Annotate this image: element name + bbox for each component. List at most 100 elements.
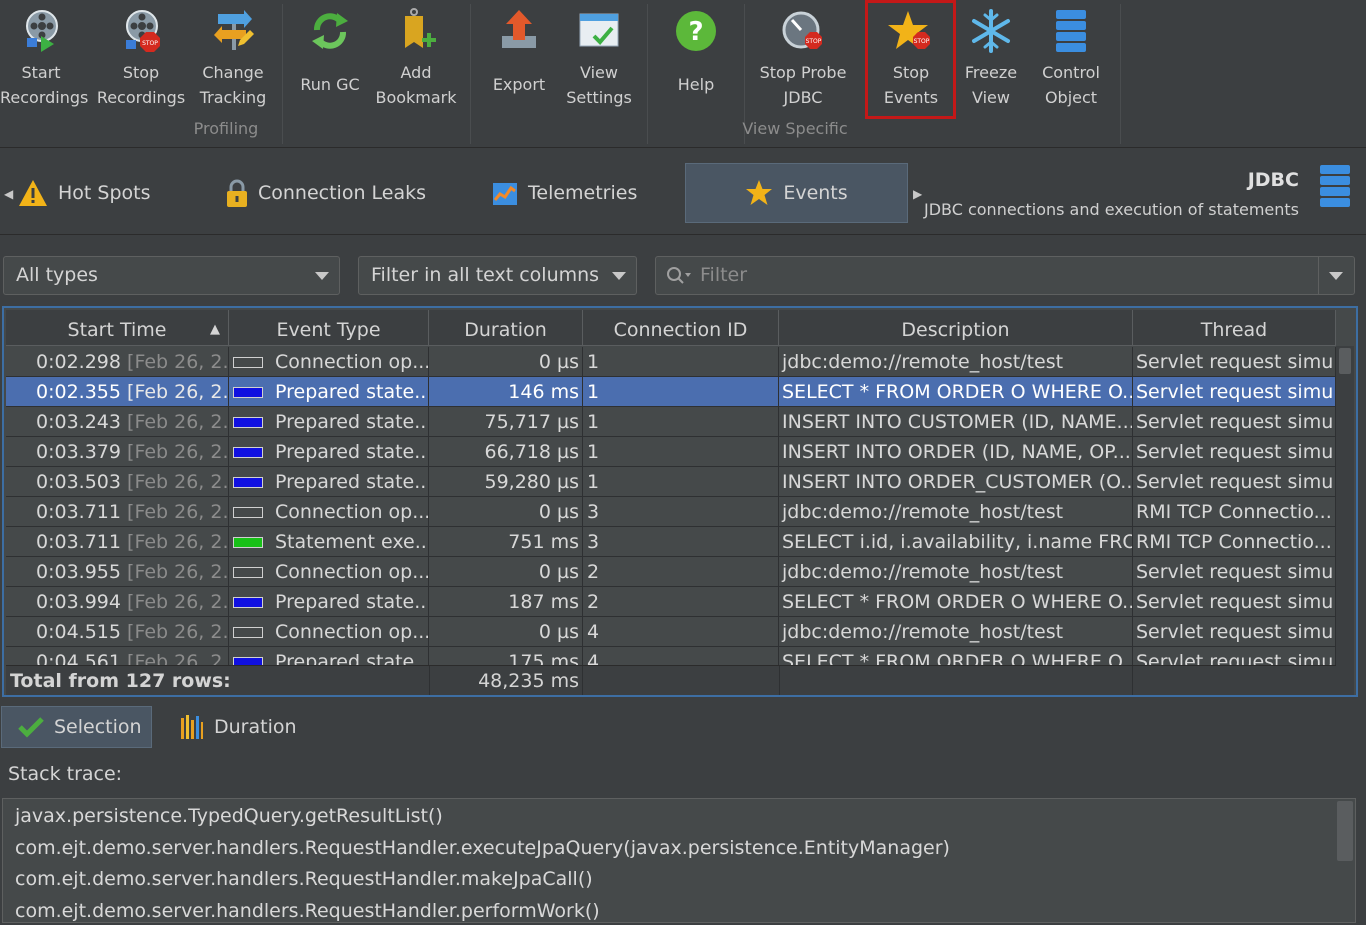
cell-duration: 0 µs: [429, 557, 583, 587]
tab-hot-spots[interactable]: Hot Spots: [18, 163, 151, 223]
table-row[interactable]: 0:03.243 [Feb 26, 2...Prepared state...7…: [6, 407, 1336, 437]
tab-label: Hot Spots: [58, 182, 151, 204]
cell-connection-id: 4: [583, 617, 779, 647]
event-color-swatch: [233, 537, 263, 548]
change-tracking-icon: [214, 10, 254, 50]
start-recordings-button[interactable]: Start Recordings: [0, 0, 88, 118]
cell-connection-id: 1: [583, 347, 779, 377]
stack-trace-label: Stack trace:: [8, 763, 123, 785]
cell-description: INSERT INTO ORDER_CUSTOMER (O...: [779, 467, 1133, 497]
cell-duration: 751 ms: [429, 527, 583, 557]
cell-start-time: 0:02.355 [Feb 26, 2...: [6, 377, 229, 407]
sort-ascending-icon: ▲: [210, 322, 220, 337]
cell-start-time: 0:03.955 [Feb 26, 2...: [6, 557, 229, 587]
table-row[interactable]: 0:04.515 [Feb 26, 2...Connection op...0 …: [6, 617, 1336, 647]
cell-connection-id: 2: [583, 557, 779, 587]
cell-duration: 66,718 µs: [429, 437, 583, 467]
stop-recordings-button[interactable]: STOP Stop Recordings: [96, 0, 186, 118]
filter-search-input[interactable]: Filter: [655, 256, 1355, 295]
cell-duration: 187 ms: [429, 587, 583, 617]
table-row[interactable]: 0:02.298 [Feb 26, 2...Connection op...0 …: [6, 347, 1336, 377]
cell-description: jdbc:demo://remote_host/test: [779, 617, 1133, 647]
chevron-down-icon: [315, 272, 329, 280]
cell-event-type: Connection op...: [229, 347, 429, 377]
tab-connection-leaks[interactable]: Connection Leaks: [226, 163, 426, 223]
cell-duration: 146 ms: [429, 377, 583, 407]
event-color-swatch: [233, 387, 263, 398]
cell-connection-id: 2: [583, 587, 779, 617]
tab-telemetries[interactable]: Telemetries: [492, 163, 637, 223]
cell-duration: 0 µs: [429, 617, 583, 647]
stack-scrollbar-thumb[interactable]: [1337, 801, 1353, 861]
cell-thread: Servlet request simu...: [1133, 617, 1336, 647]
cell-connection-id: 1: [583, 437, 779, 467]
column-header-event-type[interactable]: Event Type: [229, 310, 429, 346]
tab-label: Connection Leaks: [258, 182, 427, 204]
toolbar-separator: [647, 4, 648, 144]
table-row[interactable]: 0:03.994 [Feb 26, 2...Prepared state...1…: [6, 587, 1336, 617]
warning-icon: [19, 180, 47, 206]
cell-connection-id: 3: [583, 497, 779, 527]
scrollbar-thumb[interactable]: [1339, 348, 1351, 374]
column-header-connection-id[interactable]: Connection ID: [583, 310, 779, 346]
filter-column-value: Filter in all text columns: [371, 264, 600, 286]
tab-scroll-right-icon[interactable]: ▶: [913, 187, 922, 201]
stack-frame[interactable]: com.ejt.demo.server.handlers.RequestHand…: [15, 900, 600, 922]
column-header-start-time[interactable]: Start Time ▲: [6, 310, 229, 346]
table-scrollbar[interactable]: [1336, 346, 1354, 695]
stack-frame[interactable]: com.ejt.demo.server.handlers.RequestHand…: [15, 868, 593, 890]
cell-event-type: Prepared state...: [229, 467, 429, 497]
stop-recordings-icon: STOP: [126, 10, 160, 52]
control-object-button[interactable]: Control Object: [1030, 0, 1112, 118]
add-bookmark-icon: [405, 8, 436, 48]
column-header-description[interactable]: Description: [779, 310, 1133, 346]
tab-duration[interactable]: Duration: [180, 706, 297, 748]
view-settings-button[interactable]: View Settings: [560, 0, 638, 118]
cell-event-type: Prepared state...: [229, 377, 429, 407]
table-row[interactable]: 0:03.711 [Feb 26, 2...Connection op...0 …: [6, 497, 1336, 527]
run-gc-icon: [312, 13, 348, 49]
checkmark-icon: [18, 717, 44, 738]
tab-events[interactable]: Events: [685, 163, 908, 223]
cell-thread: Servlet request simu...: [1133, 407, 1336, 437]
tab-selection[interactable]: Selection: [1, 706, 152, 748]
cell-duration: 75,717 µs: [429, 407, 583, 437]
cell-connection-id: 1: [583, 377, 779, 407]
cell-event-type: Statement exe...: [229, 527, 429, 557]
start-recordings-icon: [26, 10, 58, 52]
stop-probe-jdbc-button[interactable]: STOP Stop Probe JDBC: [752, 0, 854, 118]
filter-column-select[interactable]: Filter in all text columns: [358, 256, 637, 295]
table-row[interactable]: 0:03.955 [Feb 26, 2...Connection op...0 …: [6, 557, 1336, 587]
cell-description: jdbc:demo://remote_host/test: [779, 557, 1133, 587]
freeze-view-button[interactable]: Freeze View: [956, 0, 1026, 118]
table-row[interactable]: 0:03.503 [Feb 26, 2...Prepared state...5…: [6, 467, 1336, 497]
table-row[interactable]: 0:02.355 [Feb 26, 2...Prepared state...1…: [6, 377, 1336, 407]
stack-frame[interactable]: javax.persistence.TypedQuery.getResultLi…: [15, 805, 443, 827]
cell-thread: Servlet request simu...: [1133, 467, 1336, 497]
help-button[interactable]: ? Help: [656, 0, 736, 118]
column-header-duration[interactable]: Duration: [429, 310, 583, 346]
export-button[interactable]: Export: [480, 0, 558, 118]
column-header-thread[interactable]: Thread: [1133, 310, 1336, 346]
run-gc-button[interactable]: Run GC: [290, 0, 370, 118]
total-duration: 48,235 ms: [429, 666, 583, 695]
table-row[interactable]: 0:03.711 [Feb 26, 2...Statement exe...75…: [6, 527, 1336, 557]
stack-trace-list[interactable]: javax.persistence.TypedQuery.getResultLi…: [2, 798, 1356, 923]
event-type-select[interactable]: All types: [3, 256, 340, 295]
cell-connection-id: 3: [583, 527, 779, 557]
tab-label: Duration: [214, 716, 297, 738]
cell-description: SELECT i.id, i.availability, i.name FRO.…: [779, 527, 1133, 557]
event-color-swatch: [233, 627, 263, 638]
event-color-swatch: [233, 447, 263, 458]
svg-text:?: ?: [688, 17, 703, 47]
change-tracking-button[interactable]: Change Tracking: [190, 0, 276, 118]
add-bookmark-button[interactable]: Add Bookmark: [374, 0, 458, 118]
event-color-swatch: [233, 477, 263, 488]
cell-thread: Servlet request simu...: [1133, 437, 1336, 467]
svg-text:STOP: STOP: [142, 40, 158, 47]
table-row[interactable]: 0:03.379 [Feb 26, 2...Prepared state...6…: [6, 437, 1336, 467]
cell-event-type: Connection op...: [229, 557, 429, 587]
toolbar: Start Recordings STOP Stop Recordings Ch…: [0, 0, 1366, 148]
stack-frame[interactable]: com.ejt.demo.server.handlers.RequestHand…: [15, 837, 950, 859]
tab-scroll-left-icon[interactable]: ◀: [4, 187, 13, 201]
